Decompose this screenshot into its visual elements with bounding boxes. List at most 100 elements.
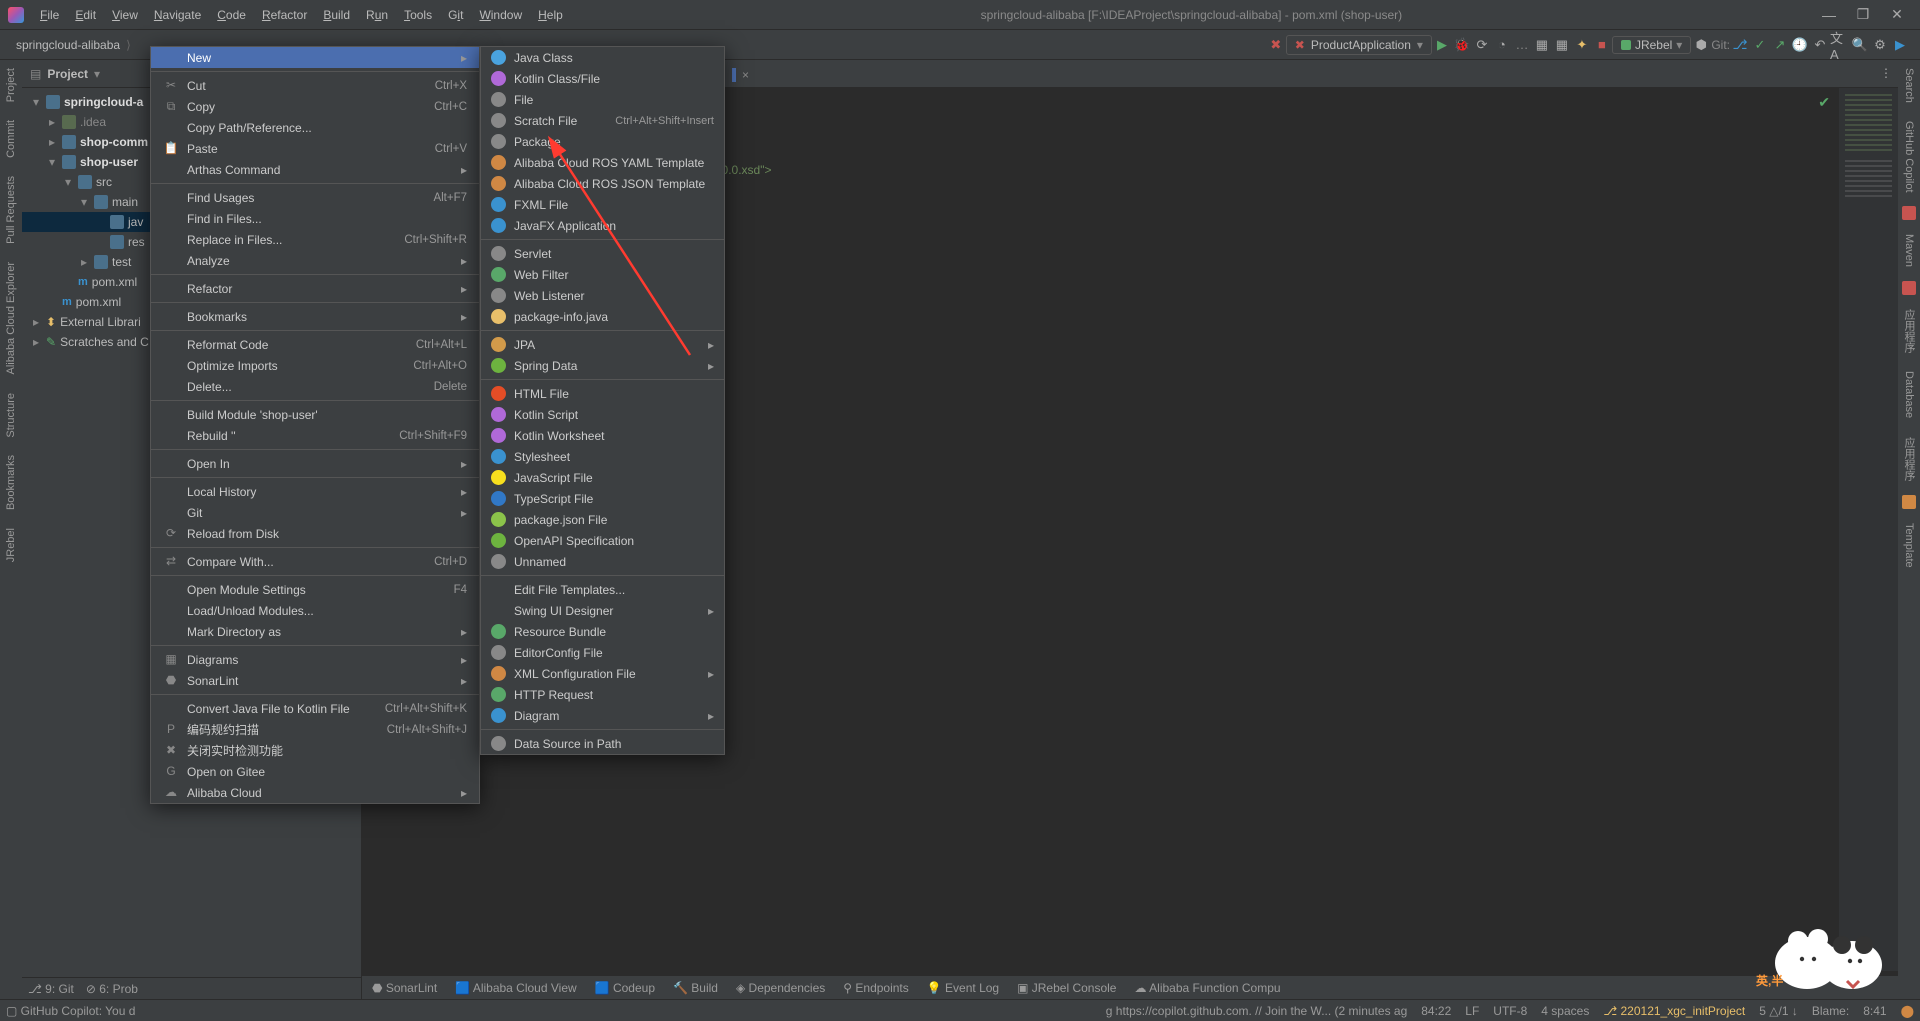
new-item[interactable]: HTML File bbox=[481, 383, 724, 404]
status-indent[interactable]: 4 spaces bbox=[1541, 1004, 1589, 1018]
bl-problems[interactable]: ⊘ 6: Prob bbox=[86, 982, 138, 996]
menu-file[interactable]: File bbox=[34, 4, 65, 26]
new-item[interactable]: Alibaba Cloud ROS YAML Template bbox=[481, 152, 724, 173]
ctx-item[interactable]: Copy Path/Reference... bbox=[151, 117, 479, 138]
run-configuration[interactable]: ✖ProductApplication▾ bbox=[1286, 35, 1432, 55]
new-item[interactable]: FXML File bbox=[481, 194, 724, 215]
ctx-item[interactable]: Convert Java File to Kotlin FileCtrl+Alt… bbox=[151, 698, 479, 719]
profile-icon[interactable]: ◔ bbox=[1492, 35, 1512, 55]
rt-db[interactable]: Database bbox=[1903, 367, 1915, 422]
new-item[interactable]: JavaScript File bbox=[481, 467, 724, 488]
menu-window[interactable]: Window bbox=[473, 4, 528, 26]
trace-icon[interactable]: … bbox=[1512, 35, 1532, 55]
ctx-item[interactable]: Arthas Command▸ bbox=[151, 159, 479, 180]
bt-jrebel[interactable]: ▣ JRebel Console bbox=[1017, 981, 1116, 995]
new-item[interactable]: TypeScript File bbox=[481, 488, 724, 509]
maximize-button[interactable]: ❐ bbox=[1848, 6, 1878, 23]
status-enc[interactable]: UTF-8 bbox=[1493, 1004, 1527, 1018]
rt-copilot[interactable]: GitHub Copilot bbox=[1903, 117, 1915, 197]
new-item[interactable]: Unnamed bbox=[481, 551, 724, 572]
minimize-button[interactable]: — bbox=[1814, 7, 1844, 23]
bt-endpoints[interactable]: ⚲ Endpoints bbox=[843, 981, 909, 995]
new-item[interactable]: Data Source in Path bbox=[481, 733, 724, 754]
bt-sonar[interactable]: ⬣ SonarLint bbox=[372, 981, 437, 995]
lt-alibaba[interactable]: Alibaba Cloud Explorer bbox=[5, 258, 17, 379]
debug-icon[interactable]: 🐞 bbox=[1452, 35, 1472, 55]
new-item[interactable]: Kotlin Script bbox=[481, 404, 724, 425]
build-icon[interactable]: ⬢ bbox=[1691, 35, 1711, 55]
status-blame[interactable]: Blame: bbox=[1812, 1004, 1849, 1018]
new-item[interactable]: Edit File Templates... bbox=[481, 579, 724, 600]
new-item[interactable]: HTTP Request bbox=[481, 684, 724, 705]
ctx-item[interactable]: Local History▸ bbox=[151, 481, 479, 502]
search-icon[interactable]: 🔍 bbox=[1850, 35, 1870, 55]
editor-more-icon[interactable]: ⋮ bbox=[1880, 66, 1892, 80]
menu-build[interactable]: Build bbox=[317, 4, 356, 26]
new-item[interactable]: Web Listener bbox=[481, 285, 724, 306]
new-item[interactable]: package.json File bbox=[481, 509, 724, 530]
ctx-item[interactable]: P编码规约扫描Ctrl+Alt+Shift+J bbox=[151, 719, 479, 740]
ctx-item[interactable]: Open In▸ bbox=[151, 453, 479, 474]
status-copilot[interactable]: ▢ GitHub Copilot: You d bbox=[6, 1004, 135, 1018]
ctx-item[interactable]: Build Module 'shop-user' bbox=[151, 404, 479, 425]
lt-project[interactable]: Project bbox=[5, 64, 17, 106]
bl-git[interactable]: ⎇ 9: Git bbox=[28, 982, 74, 996]
ctx-item[interactable]: Find UsagesAlt+F7 bbox=[151, 187, 479, 208]
git-push-icon[interactable]: ↗ bbox=[1770, 35, 1790, 55]
ctx-item[interactable]: ⇄Compare With...Ctrl+D bbox=[151, 551, 479, 572]
ctx-item[interactable]: ☁Alibaba Cloud▸ bbox=[151, 782, 479, 803]
bt-codeup[interactable]: 🟦 Codeup bbox=[595, 981, 655, 995]
menu-tools[interactable]: Tools bbox=[398, 4, 438, 26]
ctx-item[interactable]: New▸ bbox=[151, 47, 479, 68]
ctx-item[interactable]: Refactor▸ bbox=[151, 278, 479, 299]
new-item[interactable]: Diagram▸ bbox=[481, 705, 724, 726]
ctx-item[interactable]: Load/Unload Modules... bbox=[151, 600, 479, 621]
new-item[interactable]: Java Class bbox=[481, 47, 724, 68]
rt-tpl[interactable]: Template bbox=[1903, 519, 1915, 572]
new-item[interactable]: EditorConfig File bbox=[481, 642, 724, 663]
new-item[interactable]: JavaFX Application bbox=[481, 215, 724, 236]
rt-app1[interactable]: 应用程序 bbox=[1901, 305, 1917, 357]
grid-icon[interactable]: ▦ bbox=[1532, 35, 1552, 55]
play2-icon[interactable]: ▶ bbox=[1890, 35, 1910, 55]
lt-pull[interactable]: Pull Requests bbox=[5, 172, 17, 248]
menu-help[interactable]: Help bbox=[532, 4, 569, 26]
rt-maven[interactable]: Maven bbox=[1903, 230, 1915, 271]
translate-icon[interactable]: 文A bbox=[1830, 35, 1850, 55]
context-menu[interactable]: New▸✂CutCtrl+X⧉CopyCtrl+CCopy Path/Refer… bbox=[150, 46, 480, 804]
menu-git[interactable]: Git bbox=[442, 4, 469, 26]
rt-maven-icon[interactable] bbox=[1902, 206, 1916, 220]
ctx-item[interactable]: ⧉CopyCtrl+C bbox=[151, 96, 479, 117]
ctx-item[interactable]: Rebuild ''Ctrl+Shift+F9 bbox=[151, 425, 479, 446]
settings-icon[interactable]: ⚙ bbox=[1870, 35, 1890, 55]
status-delta[interactable]: 5 △/1 ↓ bbox=[1759, 1004, 1798, 1018]
new-item[interactable]: Scratch FileCtrl+Alt+Shift+Insert bbox=[481, 110, 724, 131]
new-item[interactable]: Alibaba Cloud ROS JSON Template bbox=[481, 173, 724, 194]
editor-tab[interactable]: × bbox=[722, 61, 759, 87]
ctx-item[interactable]: Reformat CodeCtrl+Alt+L bbox=[151, 334, 479, 355]
menu-view[interactable]: View bbox=[106, 4, 144, 26]
ctx-item[interactable]: 📋PasteCtrl+V bbox=[151, 138, 479, 159]
menu-code[interactable]: Code bbox=[211, 4, 252, 26]
ctx-item[interactable]: ✖关闭实时检测功能 bbox=[151, 740, 479, 761]
bt-deps[interactable]: ◈ Dependencies bbox=[736, 981, 825, 995]
git-clock-icon[interactable]: 🕘 bbox=[1790, 35, 1810, 55]
bt-eventlog[interactable]: 💡 Event Log bbox=[927, 981, 999, 995]
ctx-item[interactable]: Optimize ImportsCtrl+Alt+O bbox=[151, 355, 479, 376]
new-item[interactable]: Servlet bbox=[481, 243, 724, 264]
new-item[interactable]: JPA▸ bbox=[481, 334, 724, 355]
new-item[interactable]: Kotlin Worksheet bbox=[481, 425, 724, 446]
git-revert-icon[interactable]: ↶ bbox=[1810, 35, 1830, 55]
ctx-item[interactable]: ⟳Reload from Disk bbox=[151, 523, 479, 544]
coverage-icon[interactable]: ⟳ bbox=[1472, 35, 1492, 55]
stop-icon[interactable]: ✖ bbox=[1266, 35, 1286, 55]
menu-run[interactable]: Run bbox=[360, 4, 394, 26]
new-item[interactable]: OpenAPI Specification bbox=[481, 530, 724, 551]
run-icon[interactable]: ▶ bbox=[1432, 35, 1452, 55]
rt-app2[interactable]: 应用程序 bbox=[1901, 433, 1917, 485]
bt-alifc[interactable]: ☁ Alibaba Function Compu bbox=[1134, 981, 1280, 995]
new-submenu[interactable]: Java ClassKotlin Class/FileFileScratch F… bbox=[480, 46, 725, 755]
new-item[interactable]: File bbox=[481, 89, 724, 110]
rt-red-icon[interactable] bbox=[1902, 281, 1916, 295]
service-icon[interactable]: ▦ bbox=[1552, 35, 1572, 55]
